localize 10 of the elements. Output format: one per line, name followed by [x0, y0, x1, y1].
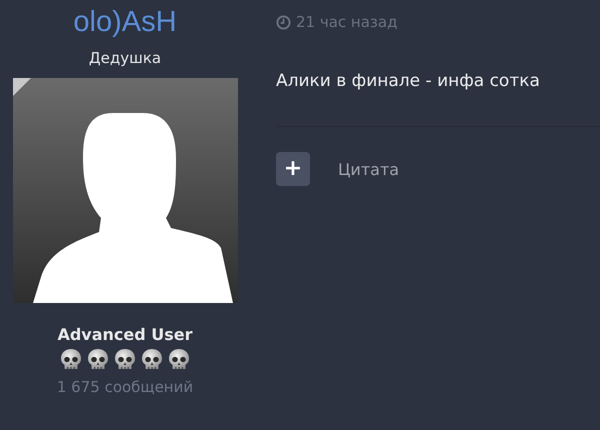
clock-icon — [276, 14, 291, 30]
post-text: Алики в финале - инфа сотка — [276, 70, 541, 92]
quote-link[interactable]: Цитата — [338, 160, 400, 178]
user-rank: Advanced User — [57, 325, 193, 345]
user-name[interactable]: olo)AsH — [73, 4, 177, 40]
post-count: 1 675 сообщений — [56, 377, 194, 397]
user-title: Дедушка — [88, 48, 162, 68]
add-button[interactable]: + — [276, 152, 310, 186]
corner-mark — [12, 78, 30, 96]
post-time: 21 час назад — [296, 12, 398, 32]
